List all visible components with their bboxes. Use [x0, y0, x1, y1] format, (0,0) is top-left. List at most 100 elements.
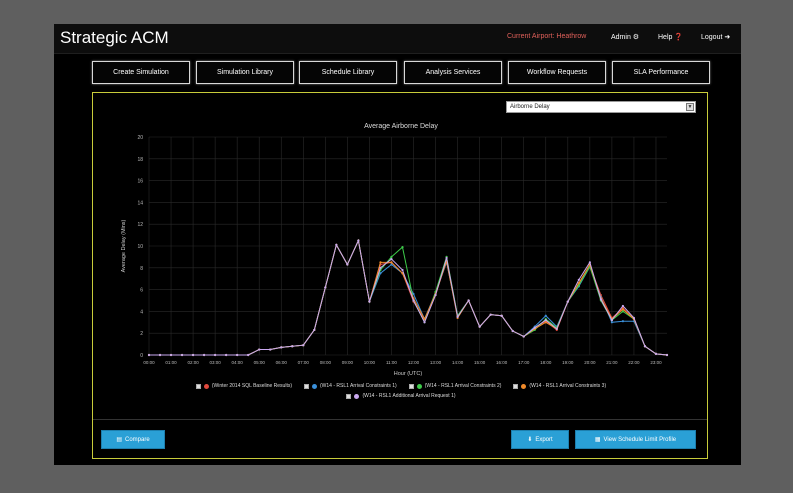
help-menu[interactable]: Help ❓ [658, 33, 683, 41]
app-title: Strategic ACM [60, 28, 169, 47]
y-tick-label: 10 [137, 244, 143, 250]
analysis-services-button[interactable]: Analysis Services [404, 61, 502, 84]
data-point [555, 327, 558, 330]
data-point [489, 313, 492, 316]
admin-menu[interactable]: Admin ⚙ [611, 33, 639, 41]
legend-label: (Winter 2014 SQL Baseline Results) [211, 383, 293, 389]
legend-checkbox[interactable] [195, 383, 201, 389]
data-point [191, 353, 195, 357]
compare-button[interactable]: ▤ Compare [101, 430, 165, 449]
x-tick-label: 02:00 [187, 360, 199, 365]
data-point [621, 320, 625, 323]
sla-performance-button[interactable]: SLA Performance [612, 61, 710, 84]
x-tick-label: 19:00 [562, 360, 574, 365]
legend-item[interactable]: (W14 - RSL1 Arrival Constraints 3) [513, 383, 606, 389]
data-point [169, 353, 173, 357]
data-point [544, 314, 547, 317]
data-point [158, 353, 162, 357]
data-point [280, 346, 283, 349]
data-point [269, 348, 272, 351]
data-point [511, 329, 514, 333]
data-point [236, 353, 239, 357]
data-point [291, 345, 294, 348]
data-point [180, 353, 184, 357]
legend-checkbox[interactable] [513, 383, 519, 389]
legend-item[interactable]: (Winter 2014 SQL Baseline Results) [195, 383, 293, 389]
legend-checkbox[interactable] [304, 383, 310, 389]
legend-swatch [521, 383, 527, 389]
x-tick-label: 23:00 [650, 360, 662, 365]
data-point [379, 266, 382, 269]
x-tick-label: 16:00 [496, 360, 508, 365]
data-point [147, 353, 151, 357]
data-point [412, 299, 415, 302]
data-point [566, 300, 569, 303]
data-point [621, 308, 625, 311]
data-point [522, 335, 525, 338]
y-axis-label: Average Delay (Mins) [121, 219, 127, 272]
create-simulation-button[interactable]: Create Simulation [92, 61, 190, 84]
legend-label: (W14 - RSL1 Arrival Constraints 2) [424, 383, 502, 389]
legend-item[interactable]: (W14 - RSL1 Arrival Constraints 1) [304, 383, 397, 389]
x-tick-label: 10:00 [364, 360, 376, 365]
data-point [599, 298, 602, 301]
logout-link[interactable]: Logout ➜ [701, 33, 730, 41]
legend-row: (Winter 2014 SQL Baseline Results) (W14 -… [93, 383, 709, 389]
data-point [401, 268, 404, 272]
export-button[interactable]: ⬇ Export [511, 430, 569, 449]
x-tick-label: 00:00 [143, 360, 155, 365]
data-point [346, 263, 349, 266]
data-point [423, 321, 426, 324]
data-point [544, 321, 547, 324]
data-point [203, 353, 206, 357]
admin-label: Admin [611, 34, 631, 41]
series-line [149, 238, 668, 356]
view-schedule-limit-profile-button[interactable]: ▦ View Schedule Limit Profile [575, 430, 696, 449]
data-point [621, 310, 625, 313]
x-tick-label: 22:00 [628, 360, 640, 365]
data-point [621, 304, 625, 308]
x-tick-label: 08:00 [320, 360, 332, 365]
y-tick-label: 2 [140, 331, 143, 337]
download-icon: ⬇ [527, 437, 533, 443]
current-airport-link[interactable]: Current Airport: Heathrow [507, 33, 586, 40]
logout-label: Logout [701, 34, 723, 41]
data-point [544, 319, 547, 322]
legend-item[interactable]: (W14 - RSL1 Arrival Constraints 2) [408, 383, 502, 389]
workflow-requests-button[interactable]: Workflow Requests [508, 61, 606, 84]
chart-legend: (Winter 2014 SQL Baseline Results) (W14 -… [93, 383, 709, 403]
x-tick-label: 11:00 [386, 360, 397, 365]
data-point [324, 286, 327, 289]
help-label: Help [658, 34, 673, 41]
series-line [149, 238, 668, 356]
divider [93, 419, 707, 420]
data-point [610, 321, 613, 324]
legend-checkbox[interactable] [346, 393, 352, 399]
x-tick-label: 07:00 [298, 360, 310, 365]
data-point [610, 319, 613, 322]
y-tick-label: 16 [137, 179, 143, 185]
x-tick-label: 21:00 [606, 360, 618, 365]
y-tick-label: 0 [140, 353, 143, 359]
x-axis-label: Hour (UTC) [394, 371, 423, 377]
legend-item[interactable]: (W14 - RSL1 Additional Arrival Request 1… [346, 393, 456, 399]
top-navbar: Strategic ACM Current Airport: Heathrow … [54, 24, 741, 54]
legend-label: (W14 - RSL1 Arrival Constraints 1) [320, 383, 397, 389]
simulation-library-button[interactable]: Simulation Library [196, 61, 294, 84]
legend-swatch [354, 393, 360, 399]
x-tick-label: 14:00 [452, 360, 464, 365]
data-point [445, 256, 448, 260]
x-tick-label: 06:00 [276, 360, 288, 365]
y-tick-label: 8 [140, 266, 143, 272]
data-point [335, 243, 338, 247]
x-tick-label: 03:00 [209, 360, 221, 365]
data-point [467, 299, 470, 302]
schedule-library-button[interactable]: Schedule Library [299, 61, 397, 84]
series-line [149, 238, 668, 356]
legend-checkbox[interactable] [408, 383, 414, 389]
data-point [390, 255, 393, 258]
y-tick-label: 12 [137, 222, 143, 228]
legend-swatch [312, 383, 318, 389]
data-point [225, 353, 228, 357]
calendar-icon: ▦ [594, 437, 601, 443]
